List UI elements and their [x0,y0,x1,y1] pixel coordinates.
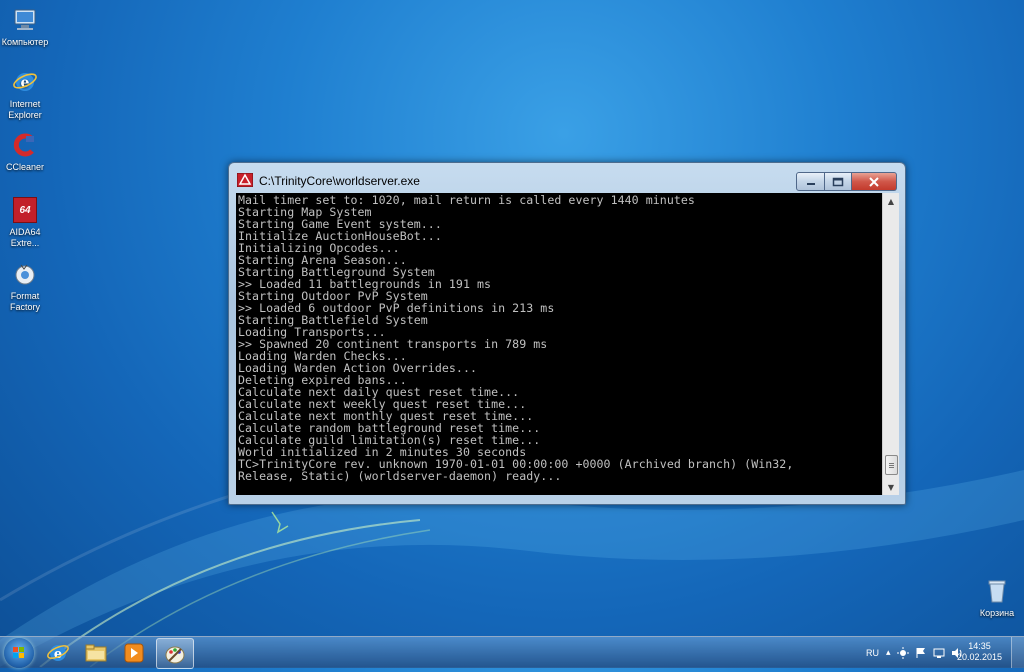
scroll-down-arrow-icon[interactable]: ▼ [883,479,899,495]
taskbar-internet-explorer[interactable]: e [40,638,76,667]
console-line: Release, Static) (worldserver-daemon) re… [238,469,562,483]
taskbar-worldserver[interactable] [156,638,194,669]
taskbar: e RU ▴ 14:35 20.02.2015 [0,636,1024,669]
desktop-icon-label: CCleaner [5,162,45,172]
clock-time: 14:35 [968,641,991,651]
network-icon[interactable] [933,647,945,659]
window-title: C:\TrinityCore\worldserver.exe [259,174,420,188]
taskbar-clock[interactable]: 14:35 20.02.2015 [957,641,1002,663]
paint-brush-icon [165,646,185,663]
ccleaner-icon [11,131,39,159]
aida64-icon: 64 [11,196,39,224]
format-factory-icon [11,260,39,288]
clock-date: 20.02.2015 [956,652,1002,662]
internet-explorer-icon: e [11,68,39,96]
desktop-icon-label: Компьютер [1,37,49,47]
close-icon [869,176,879,187]
taskbar-file-explorer[interactable] [78,638,114,667]
taskbar-media-player[interactable] [116,638,152,667]
desktop-icon-computer[interactable]: Компьютер [0,6,50,48]
window-titlebar[interactable]: C:\TrinityCore\worldserver.exe [229,163,905,193]
maximize-button[interactable] [825,172,852,191]
desktop-icon-label: Internet [9,99,41,109]
minimize-icon [806,182,815,185]
window-controls [796,172,897,191]
aida64-badge: 64 [13,197,37,223]
recycle-bin-icon [983,577,1011,605]
console-output[interactable]: Mail timer set to: 1020, mail return is … [236,193,882,495]
tray-arrow-icon[interactable]: ▴ [886,647,891,658]
show-desktop-button[interactable] [1011,637,1024,668]
computer-icon [11,6,39,34]
minimize-button[interactable] [796,172,825,191]
folder-icon [85,644,107,661]
brightness-icon[interactable] [896,646,909,659]
close-button[interactable] [852,172,897,191]
desktop-icon-label: Explorer [8,110,42,120]
desktop-icon-label: Корзина [979,608,1015,618]
scroll-up-arrow-icon[interactable]: ▲ [883,193,899,209]
console-window[interactable]: C:\TrinityCore\worldserver.exe Mail time… [228,162,906,505]
desktop-icon-label: Factory [9,302,40,312]
start-button[interactable] [4,638,34,668]
desktop-icon-recycle-bin[interactable]: Корзина [972,577,1022,619]
desktop-icon-ccleaner[interactable]: CCleaner [0,131,50,173]
desktop-icon-label: Extre... [10,238,40,248]
desktop-icon-format-factory[interactable]: Format Factory [0,260,50,313]
system-tray: RU [866,637,879,668]
language-indicator[interactable]: RU [866,648,879,658]
console-lines: Mail timer set to: 1020, mail return is … [236,193,882,482]
action-center-flag-icon[interactable] [915,647,927,659]
desktop-icon-label: Format [10,291,40,301]
maximize-icon [832,177,844,186]
desktop-icon-aida64[interactable]: 64 AIDA64 Extre... [0,196,50,249]
worldserver-app-icon [237,173,253,187]
media-player-icon [124,643,144,662]
windows-logo-icon [13,647,24,658]
desktop-icon-internet-explorer[interactable]: e Internet Explorer [0,68,50,121]
desktop-icon-label: AIDA64 [9,227,41,237]
tray-icons: ▴ [886,637,963,668]
scrollbar-thumb[interactable] [885,455,898,475]
vertical-scrollbar[interactable]: ▲ ▼ [882,193,899,495]
internet-explorer-icon: e [47,644,69,662]
